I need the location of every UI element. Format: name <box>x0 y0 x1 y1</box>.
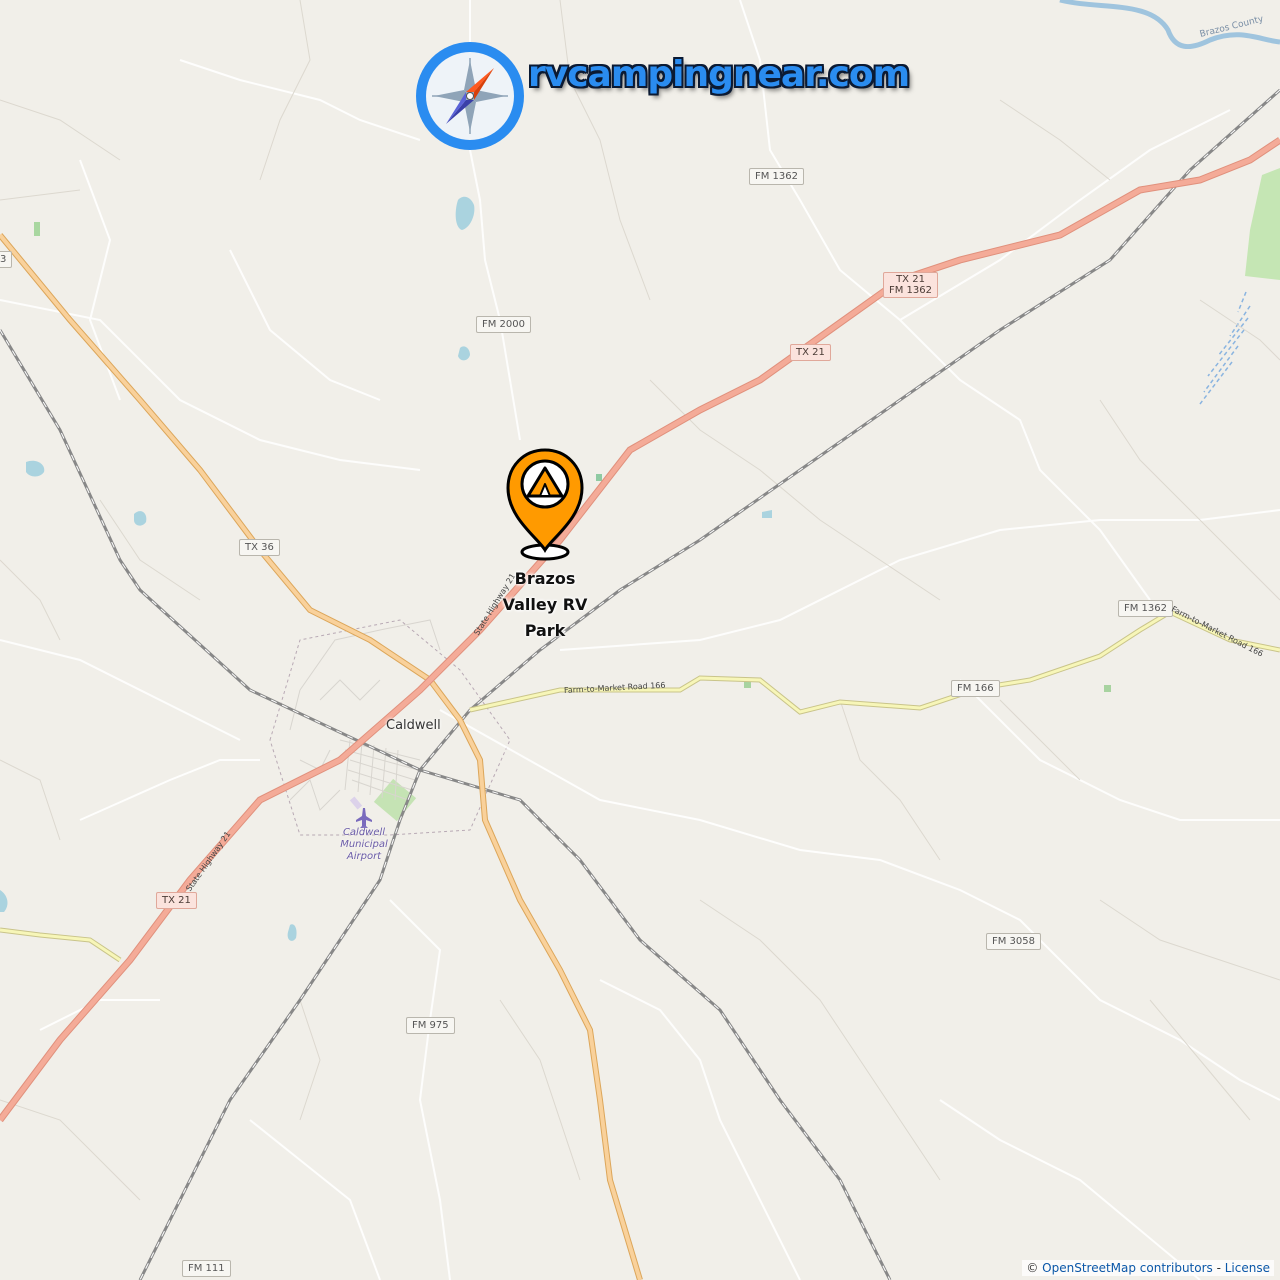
poi-label-line: Brazos <box>514 569 576 588</box>
railway <box>0 329 892 1280</box>
pond <box>455 196 475 230</box>
pond <box>0 890 8 912</box>
road-shield-fm2000: FM 2000 <box>476 316 532 333</box>
airport-label-line: Caldwell <box>342 827 386 838</box>
pond <box>134 511 147 526</box>
road-shield-fm111: FM 111 <box>182 1260 231 1277</box>
road-shield-fm975: FM 975 <box>406 1017 455 1034</box>
map-attribution: © OpenStreetMap contributors - License <box>1022 1260 1274 1276</box>
green-patch <box>744 682 751 688</box>
road-shield-fm166: FM 166 <box>951 680 1000 697</box>
compass-icon <box>416 42 524 150</box>
park-area <box>1245 168 1280 280</box>
wetland <box>1199 291 1251 405</box>
town-label-caldwell: Caldwell <box>386 718 441 733</box>
poi-label-line: Valley RV <box>502 595 588 614</box>
road-shield-line: TX 21 <box>896 274 925 285</box>
secondary-road <box>0 927 122 963</box>
osm-link[interactable]: OpenStreetMap contributors <box>1042 1261 1213 1275</box>
road-shield-fm1362: FM 1362 <box>749 168 805 185</box>
road-shield-tx21: TX 21 <box>790 344 831 361</box>
license-link[interactable]: License <box>1225 1261 1270 1275</box>
airport-label-line: Municipal <box>340 839 388 850</box>
attribution-prefix: © <box>1026 1261 1043 1275</box>
railway <box>0 329 891 1280</box>
site-logo-text[interactable]: rvcampingnear.com <box>528 54 910 95</box>
pond <box>287 924 297 941</box>
airport-label: Caldwell Municipal Airport <box>336 827 392 863</box>
tx21-road <box>0 137 1280 1123</box>
road-shield-tx21-fm1362: TX 21 FM 1362 <box>883 272 939 298</box>
pond <box>458 346 470 361</box>
airport-label-line: Airport <box>346 851 382 862</box>
runway <box>349 796 363 810</box>
green-patch <box>34 222 40 236</box>
town-streets <box>289 619 441 811</box>
pond <box>26 460 45 477</box>
tx36-road <box>0 233 643 1280</box>
tx21-road <box>0 137 1280 1122</box>
road-shield-fm1362: FM 1362 <box>1118 600 1174 617</box>
attribution-sep: - <box>1212 1261 1225 1275</box>
green-patch <box>1104 685 1111 692</box>
minor-roads <box>0 0 1280 1280</box>
airport-icon <box>356 808 372 828</box>
road-shield-line: FM 1362 <box>889 285 933 296</box>
poi-label[interactable]: Brazos Valley RV Park <box>495 566 595 644</box>
map-canvas[interactable]: FM 1362 TX 21 FM 1362 TX 21 FM 2000 TX 3… <box>0 0 1280 1280</box>
road-shield-fm3058: FM 3058 <box>986 933 1042 950</box>
minor-roads <box>0 0 1280 1201</box>
green-patch <box>596 474 602 481</box>
road-shield-tx36: TX 36 <box>239 539 280 556</box>
map-base-layer <box>0 0 1280 1280</box>
pond <box>762 510 772 518</box>
poi-label-line: Park <box>524 621 566 640</box>
road-shield-partial: 3 <box>0 251 13 268</box>
tx36-road <box>0 233 642 1280</box>
road-shield-tx21: TX 21 <box>156 892 197 909</box>
tent-icon[interactable] <box>500 446 590 566</box>
